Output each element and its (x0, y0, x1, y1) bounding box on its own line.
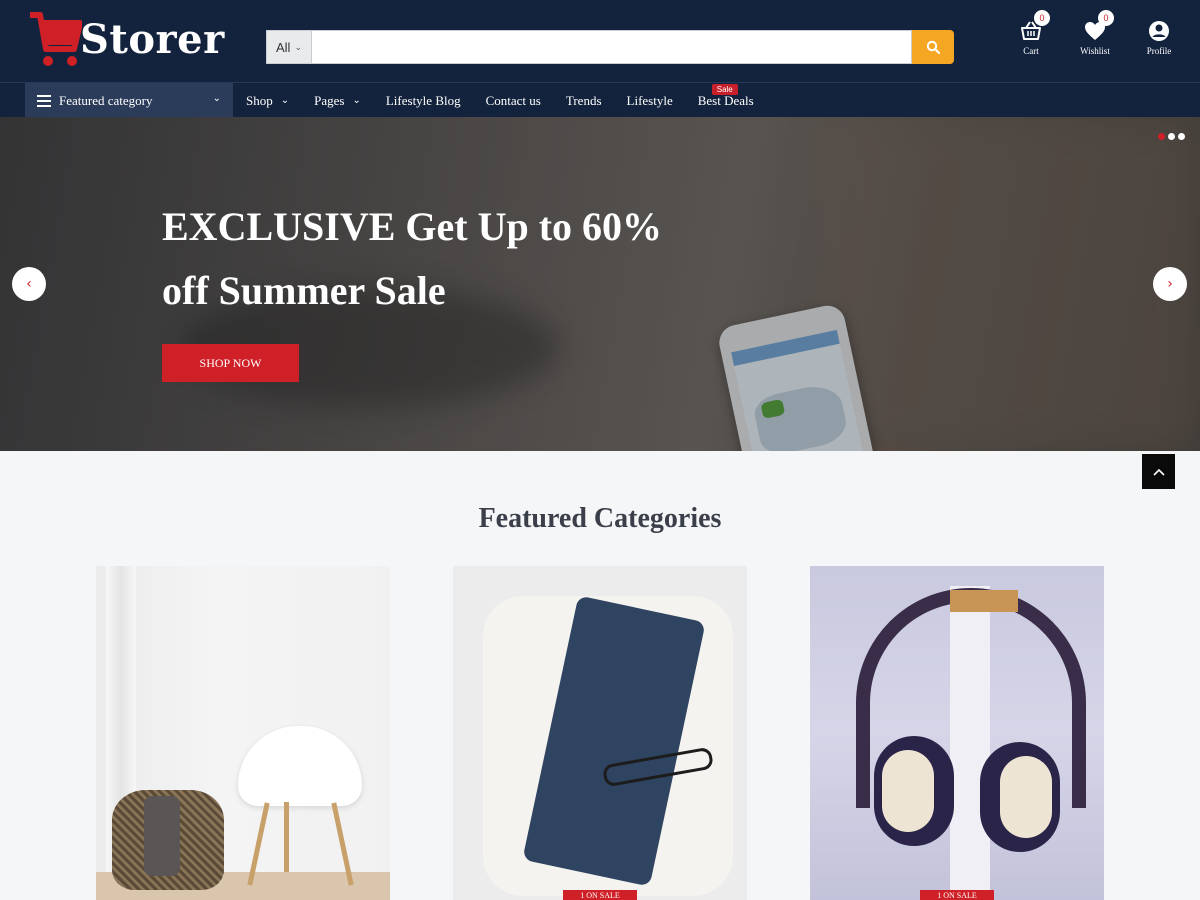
headphone-cup (874, 736, 954, 846)
chevron-right-icon: › (1167, 276, 1173, 292)
wishlist-button[interactable]: 0 Wishlist (1076, 10, 1114, 56)
nav-item-label: Trends (565, 92, 602, 108)
shop-now-button[interactable]: SHOP NOW (162, 344, 299, 382)
headphone-cup (980, 742, 1060, 852)
hero-title-line: EXCLUSIVE Get Up to 60% (162, 204, 663, 249)
category-card[interactable] (96, 566, 390, 900)
user-icon (1149, 21, 1169, 41)
brand-name: Storer (80, 15, 225, 63)
hero-title: EXCLUSIVE Get Up to 60% off Summer Sale (162, 195, 722, 323)
category-card[interactable]: 1 ON SALE (810, 566, 1104, 900)
search-category-select[interactable]: All ⌄ (266, 30, 312, 64)
nav-item-lifestyle[interactable]: Lifestyle (627, 93, 673, 109)
cart-logo-icon (30, 12, 82, 66)
blanket-image (144, 796, 180, 876)
header-actions: 0 Cart 0 Wishlist Profile (1012, 10, 1178, 56)
slider-prev-button[interactable]: ‹ (12, 267, 46, 301)
chevron-down-icon: ⌄ (280, 95, 290, 106)
search-category-value: All (276, 39, 291, 55)
chevron-up-icon (1152, 468, 1165, 476)
category-card[interactable]: 1 ON SALE (453, 566, 747, 900)
nav-item-trends[interactable]: Trends (566, 93, 602, 109)
nav-item-label: Contact us (485, 92, 541, 108)
slider-dot[interactable] (1168, 133, 1175, 140)
profile-label: Profile (1146, 46, 1172, 56)
nav-item-label: Lifestyle (626, 92, 673, 108)
main-nav: Featured category ⌄ Shop ⌄ Pages ⌄ Lifes… (0, 82, 1200, 118)
chevron-down-icon: ⌄ (294, 41, 302, 52)
nav-item-label: Pages (314, 92, 345, 108)
slider-dots (1158, 133, 1185, 140)
cart-label: Cart (1023, 46, 1039, 56)
hero-slider: EXCLUSIVE Get Up to 60% off Summer Sale … (0, 117, 1200, 451)
hero-title-line: off Summer Sale (162, 268, 446, 313)
search-button[interactable] (912, 30, 954, 64)
chair-leg (284, 802, 289, 872)
cart-count-badge: 0 (1034, 10, 1050, 26)
nav-item-pages[interactable]: Pages ⌄ (314, 93, 361, 109)
slider-dot[interactable] (1158, 133, 1165, 140)
on-sale-badge: 1 ON SALE (563, 890, 637, 900)
nav-item-best-deals[interactable]: Sale Best Deals (697, 83, 754, 109)
profile-button[interactable]: Profile (1140, 14, 1178, 56)
search-bar: All ⌄ (266, 30, 954, 64)
wishlist-label: Wishlist (1080, 46, 1110, 56)
nav-item-label: Shop (246, 92, 273, 108)
cart-button[interactable]: 0 Cart (1012, 10, 1050, 56)
logo[interactable]: Storer (28, 8, 228, 70)
sale-tag-badge: Sale (711, 83, 738, 95)
chevron-down-icon: ⌄ (212, 93, 221, 104)
search-input[interactable] (312, 30, 912, 64)
chevron-left-icon: ‹ (26, 276, 32, 292)
search-icon (926, 40, 940, 54)
nav-item-label: Lifestyle Blog (385, 92, 461, 108)
featured-categories-title: Featured Categories (478, 503, 722, 534)
on-sale-badge: 1 ON SALE (920, 890, 994, 900)
featured-category-label: Featured category (59, 92, 153, 108)
nav-item-contact-us[interactable]: Contact us (486, 93, 541, 109)
nav-item-label: Best Deals (697, 92, 754, 108)
chair-image (238, 726, 362, 806)
featured-category-dropdown[interactable]: Featured category ⌄ (25, 83, 233, 118)
nav-item-lifestyle-blog[interactable]: Lifestyle Blog (386, 93, 461, 109)
nav-item-shop[interactable]: Shop ⌄ (246, 93, 289, 109)
slider-dot[interactable] (1178, 133, 1185, 140)
menu-icon (37, 94, 51, 107)
wishlist-count-badge: 0 (1098, 10, 1114, 26)
site-header: Storer All ⌄ 0 Cart 0 Wishlist Profile (0, 0, 1200, 82)
nav-menu: Shop ⌄ Pages ⌄ Lifestyle Blog Contact us… (246, 83, 779, 118)
slider-next-button[interactable]: › (1153, 267, 1187, 301)
chevron-down-icon: ⌄ (352, 95, 361, 106)
scroll-to-top-button[interactable] (1142, 454, 1175, 489)
stand-top-image (950, 590, 1018, 612)
